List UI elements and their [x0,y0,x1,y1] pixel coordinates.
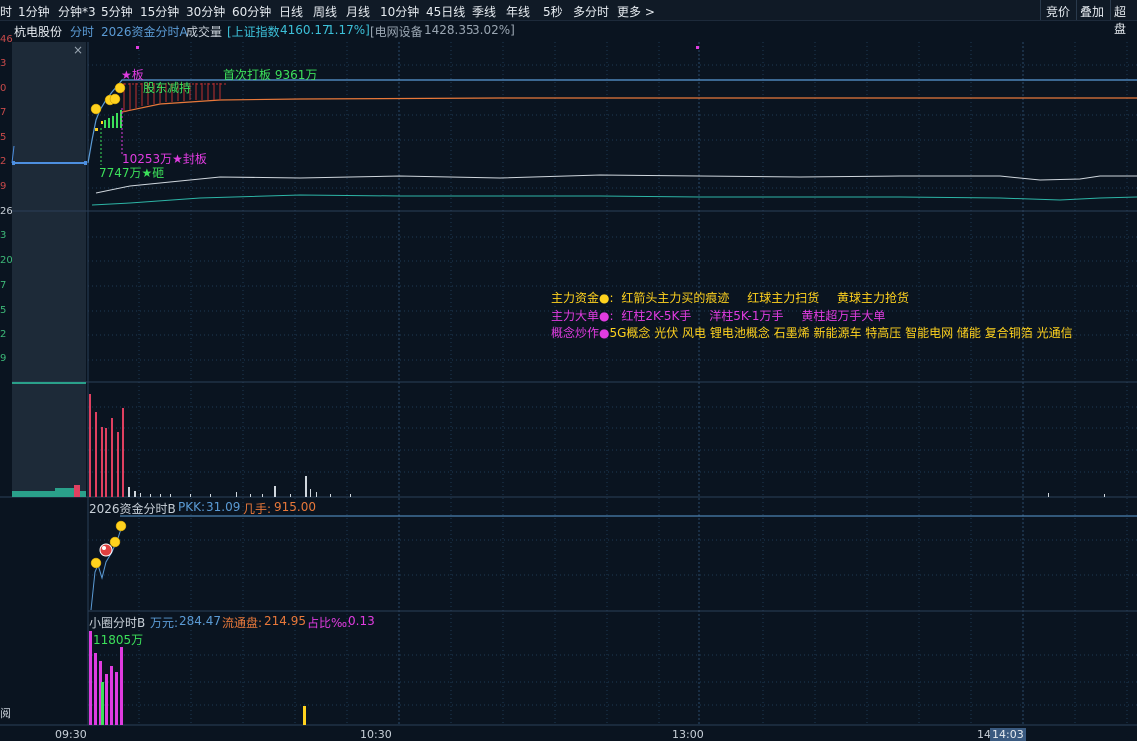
avg-line [121,97,1137,113]
time-label: 09:30 [55,728,87,741]
concept-list: 5G概念 光伏 风电 锂电池概念 石墨烯 新能源车 特高压 智能电网 储能 复合… [609,326,1073,340]
hand-value: 915.00 [274,500,316,514]
ratio-value: 0.13 [348,614,375,628]
legend-item: 洋柱5K-1万手 [709,309,784,323]
float-value: 214.95 [264,614,306,628]
legend-item: 黄球主力抢货 [837,291,910,305]
shareholder-label: 股东减持 [143,81,192,95]
cursor-time: 14:03 [990,728,1026,741]
panel3-title[interactable]: 小圈分时B [89,614,145,631]
pkk-label: PKK: [178,500,206,514]
sector-line [95,174,1137,194]
smash-label: 7747万★砸 [99,166,165,180]
panel2-title[interactable]: 2026资金分时B [89,500,176,517]
ratio-label: 占比‰: [307,616,352,630]
auction-panel [12,42,86,497]
wan-value: 284.47 [179,614,221,628]
legend-item: 红柱2K-5K手 [621,309,692,323]
legend-label: 主力大单●: [551,309,614,323]
close-icon[interactable]: × [73,43,83,57]
bottom-left-label: 阅 [0,707,11,720]
board-star-label: ★板 [121,68,144,82]
legend-item: 黄柱超万手大单 [801,309,886,323]
indicator-legend: 主力资金●: 红箭头主力买的痕迹 红球主力扫货 黄球主力抢货 主力大单●: 红柱… [551,290,1073,342]
volume-bars [89,394,1105,497]
price-line [87,79,1137,164]
time-label: 14 [977,728,991,741]
first-limit-label: 首次打板 9361万 [223,68,318,82]
legend-label: 主力资金●: [551,291,614,305]
float-label: 流通盘: [222,616,263,630]
index-line [91,194,1137,206]
yellow-ball-markers [90,82,126,115]
bar-amount-label: 11805万 [93,633,144,647]
hand-label: 几手: [243,502,272,516]
pkk-value: 31.09 [206,500,241,514]
legend-item: 红球主力扫货 [747,291,820,305]
legend-item: 红箭头主力买的痕迹 [621,291,730,305]
time-label: 10:30 [360,728,392,741]
time-label: 13:00 [672,728,704,741]
legend-label: 概念炒作● [551,326,610,340]
wan-label: 万元: [150,616,179,630]
